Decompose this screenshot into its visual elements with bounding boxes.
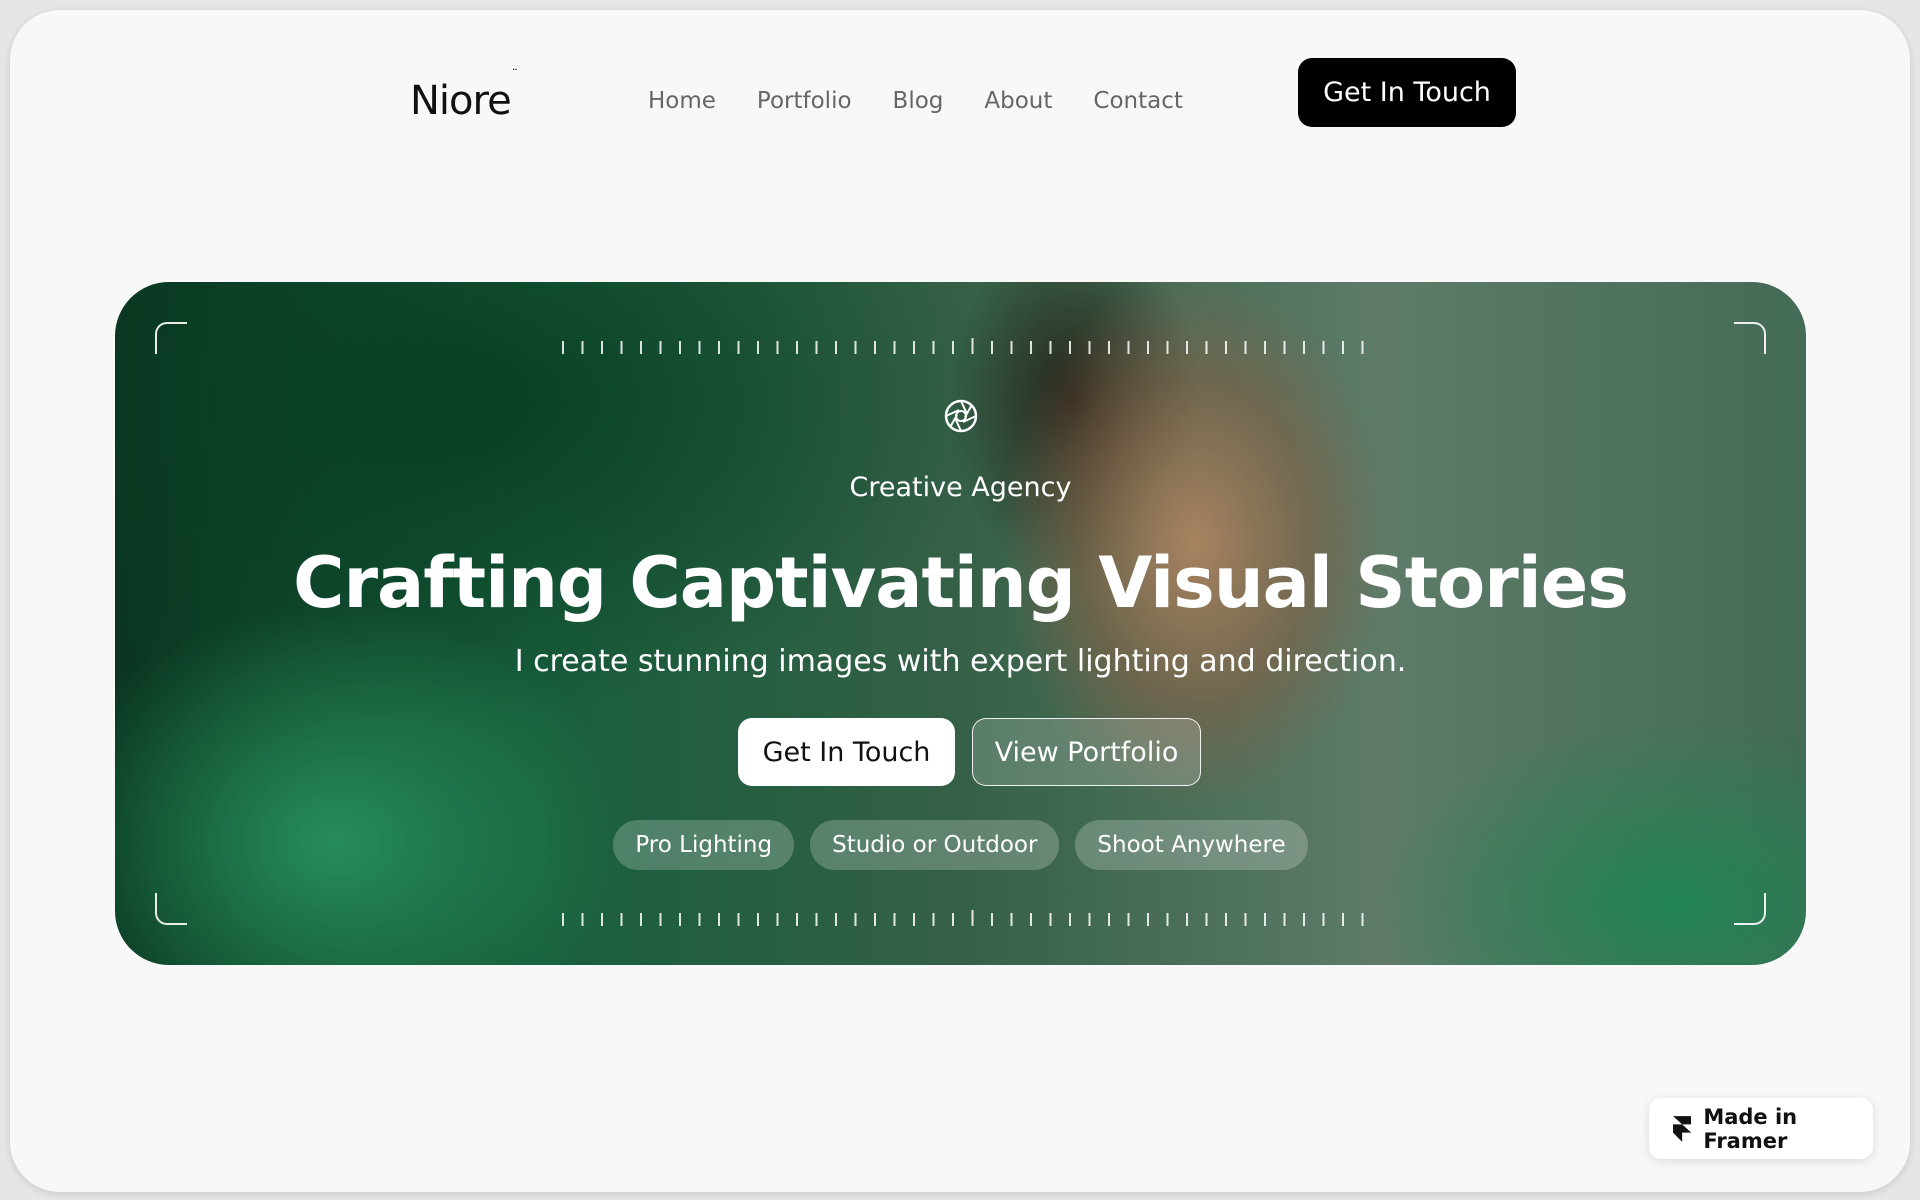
hero-eyebrow: Creative Agency [849, 472, 1072, 503]
hero-subheadline: I create stunning images with expert lig… [514, 644, 1407, 679]
aperture-icon [944, 399, 978, 433]
made-in-framer-badge[interactable]: Made in Framer [1649, 1098, 1873, 1159]
viewfinder-corner-bottom-left [155, 893, 187, 925]
hero-headline: Crafting Captivating Visual Stories [293, 542, 1629, 624]
nav-item-about[interactable]: About [984, 88, 1052, 114]
viewfinder-corner-bottom-right [1734, 893, 1766, 925]
nav-item-home[interactable]: Home [648, 88, 716, 114]
viewfinder-corner-top-right [1734, 322, 1766, 354]
chip-pro-lighting: Pro Lighting [613, 820, 795, 870]
page-frame: Niore¨ Home Portfolio Blog About Contact… [10, 10, 1910, 1192]
brand-mark: ¨ [511, 66, 518, 81]
hero-get-in-touch-button[interactable]: Get In Touch [738, 718, 955, 786]
top-navigation: Niore¨ Home Portfolio Blog About Contact… [10, 10, 1910, 190]
viewfinder-corner-top-left [155, 322, 187, 354]
nav-item-contact[interactable]: Contact [1093, 88, 1182, 114]
chip-studio-or-outdoor: Studio or Outdoor [810, 820, 1060, 870]
framer-icon [1673, 1115, 1692, 1142]
hero-view-portfolio-button[interactable]: View Portfolio [972, 718, 1201, 786]
hero-banner: Creative Agency Crafting Captivating Vis… [115, 282, 1806, 965]
viewfinder-ruler-bottom [562, 910, 1364, 926]
viewfinder-ruler-top [562, 338, 1364, 354]
nav-item-blog[interactable]: Blog [893, 88, 944, 114]
chip-shoot-anywhere: Shoot Anywhere [1075, 820, 1308, 870]
nav-menu: Home Portfolio Blog About Contact [648, 88, 1183, 114]
badge-label: Made in Framer [1703, 1104, 1798, 1153]
nav-get-in-touch-button[interactable]: Get In Touch [1298, 58, 1516, 127]
brand-name: Niore [410, 78, 512, 124]
nav-item-portfolio[interactable]: Portfolio [757, 88, 852, 114]
feature-chips: Pro Lighting Studio or Outdoor Shoot Any… [115, 820, 1806, 870]
brand-logo[interactable]: Niore¨ [410, 67, 518, 124]
